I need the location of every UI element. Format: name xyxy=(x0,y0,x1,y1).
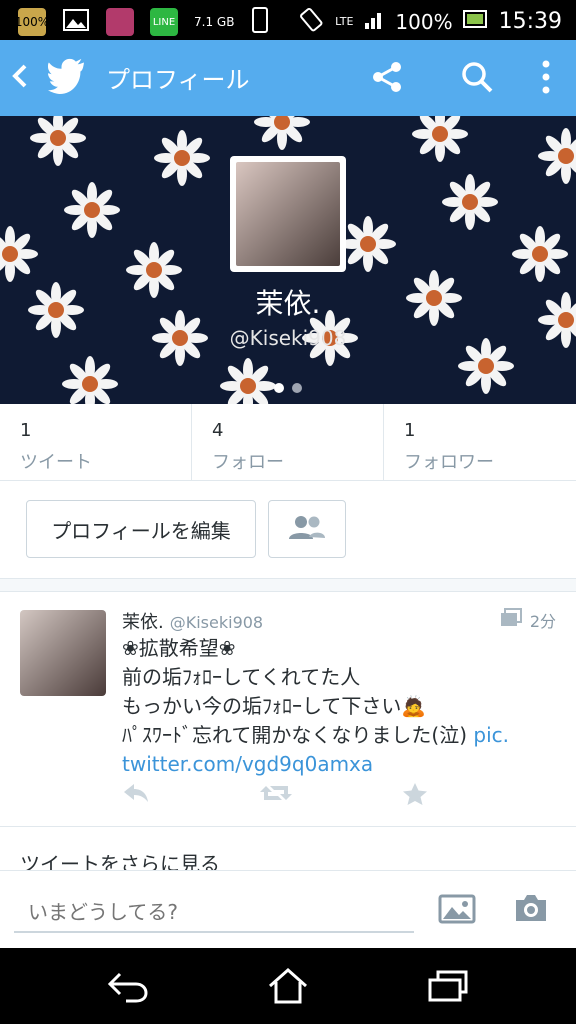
tweet-line: ﾊﾟｽﾜｰﾄﾞ忘れて開かなくなりました(泣) pic. xyxy=(122,723,509,747)
battery-percent: 100% xyxy=(395,9,453,34)
signal-icon xyxy=(363,8,385,35)
gallery-icon xyxy=(62,6,90,38)
edit-profile-button[interactable]: プロフィールを編集 xyxy=(26,500,256,558)
line-app-icon: LINE xyxy=(150,8,178,36)
tweet-meta: 2分 xyxy=(500,608,556,632)
tweets-count: 1 xyxy=(20,420,32,441)
lte-label: LTE xyxy=(335,15,354,28)
followers-label: フォロワー xyxy=(404,452,494,473)
page-dot xyxy=(292,383,302,393)
following-label: フォロー xyxy=(212,452,284,473)
following-stat[interactable]: 4 フォロー xyxy=(192,404,384,480)
system-navigation-bar xyxy=(0,948,576,1024)
tweets-label: ツイート xyxy=(20,452,92,473)
tweet-handle: @Kiseki908 xyxy=(169,613,264,632)
battery-icon xyxy=(462,9,489,34)
profile-avatar-frame[interactable] xyxy=(230,156,346,272)
tweet-link[interactable]: pic. xyxy=(473,723,509,747)
banner-page-indicator xyxy=(0,378,576,397)
find-friends-button[interactable] xyxy=(268,500,346,558)
back-icon[interactable] xyxy=(10,58,30,102)
page-dot-active xyxy=(274,383,284,393)
tweet-text: ❀拡散希望❀ 前の垢ﾌｫﾛｰしてくれてた人 もっかい今の垢ﾌｫﾛｰして下さい🙇 … xyxy=(122,634,542,779)
phone-icon xyxy=(250,6,270,38)
nav-home-icon[interactable] xyxy=(266,966,310,1010)
camera-icon[interactable] xyxy=(512,891,550,929)
app-bar: プロフィール xyxy=(0,40,576,116)
profile-banner: 茉依. @Kiseki908 xyxy=(0,116,576,404)
followers-stat[interactable]: 1 フォロワー xyxy=(384,404,576,480)
tweet-link-continued[interactable]: twitter.com/vgd9q0amxa xyxy=(122,752,373,776)
reply-icon[interactable] xyxy=(122,782,150,810)
compose-field-wrapper xyxy=(14,895,430,933)
compose-input[interactable] xyxy=(14,895,430,929)
overflow-menu-icon[interactable] xyxy=(540,58,552,100)
favorite-star-icon[interactable] xyxy=(402,782,428,810)
battery-indicator-app-icon: 100% xyxy=(15,8,49,36)
storage-indicator: 7.1 GB xyxy=(194,14,235,29)
tweet-avatar[interactable] xyxy=(20,610,106,696)
tweet-item[interactable]: 茉依. @Kiseki908 2分 ❀拡散希望❀ 前の垢ﾌｫﾛｰしてくれてた人 も… xyxy=(0,590,576,827)
retweet-icon[interactable] xyxy=(260,782,292,810)
share-icon[interactable] xyxy=(370,60,404,98)
profile-avatar xyxy=(236,162,340,266)
system-icons: LTE 100% 15:39 xyxy=(299,6,562,37)
rotation-lock-icon xyxy=(299,6,325,37)
tweet-composer xyxy=(0,870,576,949)
profile-screen-name: @Kiseki908 xyxy=(229,326,347,350)
twitter-bird-icon xyxy=(48,58,90,98)
tweet-header: 茉依. @Kiseki908 xyxy=(122,608,263,634)
nav-back-icon[interactable] xyxy=(106,966,150,1010)
nav-recent-apps-icon[interactable] xyxy=(426,966,470,1010)
image-icon[interactable] xyxy=(438,893,476,929)
media-icon xyxy=(500,608,522,632)
tweet-line: 前の垢ﾌｫﾛｰしてくれてた人 xyxy=(122,665,361,689)
profile-display-name: 茉依. xyxy=(255,287,321,320)
notification-icons: 100% LINE 7.1 GB xyxy=(15,6,270,38)
search-icon[interactable] xyxy=(460,60,494,98)
status-bar: 100% LINE 7.1 GB LTE 100% 15:39 xyxy=(0,0,576,40)
profile-stats: 1 ツイート 4 フォロー 1 フォロワー xyxy=(0,404,576,481)
tweet-line: もっかい今の垢ﾌｫﾛｰして下さい🙇 xyxy=(122,694,427,718)
people-icon xyxy=(287,513,327,545)
tweet-display-name: 茉依. xyxy=(122,612,164,633)
tweets-stat[interactable]: 1 ツイート xyxy=(0,404,192,480)
tweet-time: 2分 xyxy=(529,612,556,631)
tweet-line: twitter.com/vgd9q0amxa xyxy=(122,750,542,779)
following-count: 4 xyxy=(212,420,224,441)
tweet-actions xyxy=(122,782,428,810)
profile-actions: プロフィールを編集 xyxy=(0,480,576,580)
clock: 15:39 xyxy=(498,9,562,34)
app-thumbnail-icon xyxy=(106,8,134,36)
followers-count: 1 xyxy=(404,420,416,441)
page-title: プロフィール xyxy=(106,66,250,94)
tweet-line: ❀拡散希望❀ xyxy=(122,636,236,660)
